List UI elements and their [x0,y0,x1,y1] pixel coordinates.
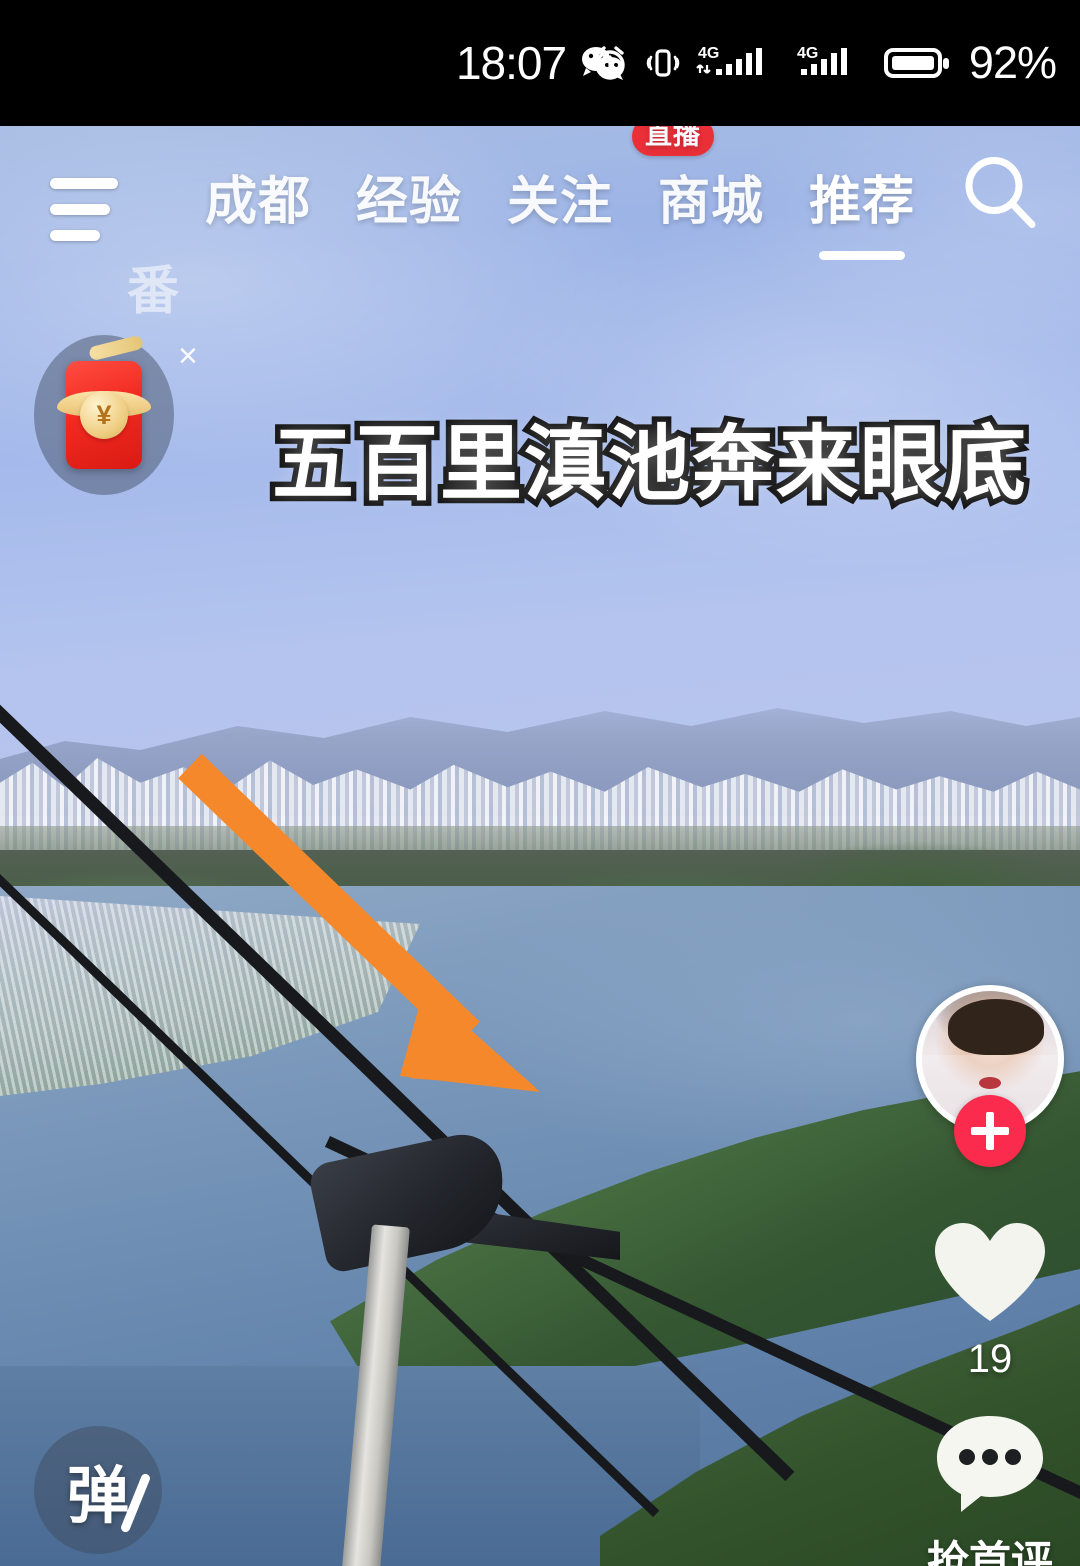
hamburger-line-2 [50,204,110,215]
heart-icon[interactable] [931,1219,1049,1327]
signal-4g-2-icon: 4G [797,45,847,75]
top-navigation-bar: 番 成都 经验 关注 直播 商城 推荐 [0,116,1080,321]
hamburger-menu-icon[interactable] [50,178,118,241]
danmaku-label: 弹 [66,1462,129,1531]
video-caption: 五百里滇池奔来眼底 [266,412,1031,518]
avatar-hair [948,999,1044,1055]
tab-partial-hidden[interactable]: 番 [127,249,179,324]
comment-action[interactable]: 抢首评 [927,1410,1053,1566]
avatar-container[interactable] [916,985,1064,1167]
battery-icon [883,48,949,78]
close-icon[interactable]: × [178,339,198,373]
tab-tuijian[interactable]: 推荐 [809,159,916,260]
phone-screen: 18:07 4G 4G 92% 番 成都 经验 关注 直播 商城 推荐 ¥ × … [0,0,1080,1566]
red-packet-envelope: ¥ [57,361,151,469]
action-rail: 19 抢首评 [900,985,1080,1566]
tab-chengdu[interactable]: 成都 [205,159,311,234]
danmaku-toggle-button[interactable]: 弹 [34,1426,162,1554]
svg-text:4G: 4G [698,45,719,62]
tab-jingyan[interactable]: 经验 [356,159,462,234]
tab-tuijian-label: 推荐 [809,172,916,231]
battery-percent: 92% [968,37,1057,88]
tab-shangcheng-label: 商城 [658,172,765,231]
like-action[interactable]: 19 [931,1219,1049,1382]
follow-button[interactable] [954,1095,1026,1167]
hamburger-line-3 [50,230,100,241]
svg-text:4G: 4G [797,45,818,62]
red-packet-coin-icon: ¥ [80,391,128,439]
comment-bubble-icon[interactable] [931,1410,1049,1518]
red-packet-hook [88,334,144,362]
hamburger-line-1 [50,178,118,189]
status-time: 18:07 [455,37,567,89]
tab-jingyan-label: 经验 [356,172,463,231]
tab-active-underline [819,250,906,260]
alarm-icon [595,46,625,80]
status-bar: 18:07 4G 4G 92% [0,0,1080,126]
status-bar-right: 4G 4G 92% [590,37,1057,89]
tab-chengdu-label: 成都 [205,172,312,231]
red-packet-backdrop[interactable]: ¥ [34,334,174,495]
tab-shangcheng[interactable]: 直播 商城 [632,116,765,234]
nav-tabs: 成都 经验 关注 直播 商城 推荐 [205,116,916,266]
signal-4g-1-icon: 4G [696,45,762,75]
search-icon [965,157,1036,228]
avatar-lips [979,1077,1001,1089]
tab-guanzhu[interactable]: 关注 [507,159,613,234]
comment-label: 抢首评 [926,1538,1053,1566]
like-count: 19 [967,1337,1013,1381]
vibrate-icon [646,49,680,77]
search-button[interactable] [956,149,1046,244]
tab-guanzhu-label: 关注 [507,172,614,231]
red-packet-widget[interactable]: ¥ × [34,334,198,495]
